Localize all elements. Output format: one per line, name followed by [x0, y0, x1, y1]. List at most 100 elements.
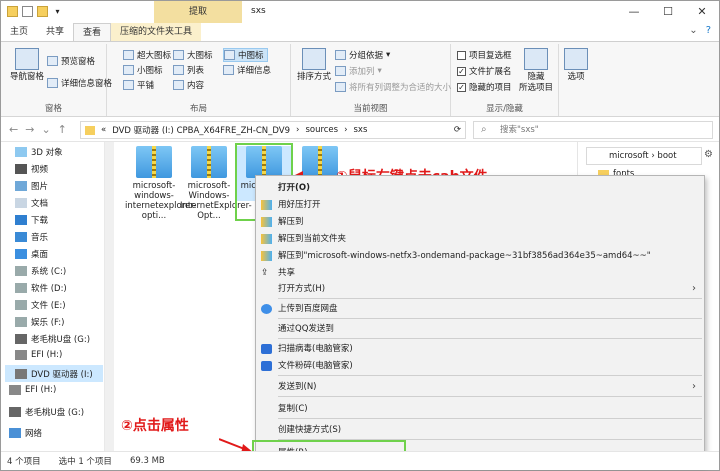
breadcrumb-sources[interactable]: sources	[305, 125, 338, 135]
context-tab-extract[interactable]: 提取	[154, 1, 242, 23]
chevron-right-icon: ›	[296, 125, 300, 135]
nav-item[interactable]: 桌面	[15, 248, 48, 260]
nav-item[interactable]: 视频	[15, 163, 48, 175]
small-icons-icon	[123, 65, 134, 75]
tab-compressed-tools[interactable]: 压缩的文件夹工具	[111, 23, 202, 41]
nav-item-selected[interactable]: DVD 驱动器 (I:)	[5, 365, 103, 382]
breadcrumb-sxs[interactable]: sxs	[354, 125, 368, 135]
fit-columns-label: 将所有列调整为合适的大小	[349, 83, 452, 93]
menu-item-copy[interactable]: 复制(C)	[256, 400, 704, 418]
menu-item-send-to[interactable]: 发送到(N) ›	[256, 378, 704, 396]
details-pane-button[interactable]: 详细信息窗格	[47, 76, 112, 90]
nav-item[interactable]: 老毛桃U盘 (G:)	[9, 406, 84, 418]
layout-list[interactable]: 列表	[173, 63, 204, 77]
nav-item[interactable]: 下载	[15, 214, 48, 226]
ribbon-right-controls: ⌄ ?	[689, 25, 711, 36]
right-pane-path[interactable]: microsoft › boot	[586, 147, 702, 165]
nav-item[interactable]: 系统 (C:)	[15, 265, 66, 277]
chevron-down-icon[interactable]: ⌄	[41, 123, 50, 136]
search-input[interactable]: 搜索"sxs"	[473, 121, 713, 139]
chevron-right-icon: ›	[692, 283, 696, 294]
layout-extra-large[interactable]: 超大图标	[123, 48, 171, 62]
layout-tiles[interactable]: 平铺	[123, 78, 154, 92]
sort-by-button[interactable]: 排序方式	[295, 48, 333, 83]
nav-item[interactable]: 文件 (E:)	[15, 299, 66, 311]
layout-large[interactable]: 大图标	[173, 48, 213, 62]
new-folder-icon[interactable]	[37, 6, 48, 17]
gear-icon[interactable]: ⚙	[704, 149, 713, 160]
ribbon: 导航窗格 预览窗格 详细信息窗格 窗格 超大图标 大图标 中图标 小图标 列表 …	[1, 41, 719, 117]
menu-separator	[278, 318, 702, 319]
status-size: 69.3 MB	[129, 456, 165, 466]
nav-item[interactable]: 图片	[15, 180, 48, 192]
menu-item-extract-to[interactable]: 解压到	[256, 213, 704, 231]
tab-home[interactable]: 主页	[1, 23, 37, 41]
nav-item[interactable]: EFI (H:)	[15, 350, 62, 360]
up-arrow-icon[interactable]: ↑	[58, 123, 67, 136]
nav-item[interactable]: EFI (H:)	[9, 385, 56, 395]
hidden-items-toggle[interactable]: ✓ 隐藏的项目	[457, 80, 512, 94]
help-icon[interactable]: ?	[706, 25, 711, 36]
forward-arrow-icon[interactable]: →	[25, 123, 34, 136]
options-button[interactable]: 选项	[561, 48, 591, 83]
preview-pane-button[interactable]: 预览窗格	[47, 54, 95, 68]
group-show-hide-label: 显示/隐藏	[486, 104, 523, 114]
file-item[interactable]: microsoft-windows-internetexplorer-opti.…	[125, 146, 196, 221]
nav-item[interactable]: 老毛桃U盘 (G:)	[15, 333, 90, 345]
file-ext-toggle[interactable]: ✓ 文件扩展名	[457, 64, 512, 78]
menu-item-open-with[interactable]: 打开方式(H) ›	[256, 280, 704, 298]
nav-item[interactable]: 软件 (D:)	[15, 282, 67, 294]
drive-icon	[15, 350, 27, 360]
breadcrumb-drive[interactable]: DVD 驱动器 (I:) CPBA_X64FRE_ZH-CN_DV9	[112, 124, 290, 136]
maximize-icon[interactable]: ☐	[651, 1, 685, 23]
nav-scrollbar[interactable]	[105, 142, 114, 451]
tab-share[interactable]: 共享	[37, 23, 73, 41]
menu-label: 打开(O)	[278, 183, 310, 193]
checkbox[interactable]: ✓	[457, 66, 466, 76]
checkbox[interactable]	[457, 50, 466, 60]
layout-details[interactable]: 详细信息	[223, 63, 271, 77]
layout-label: 超大图标	[137, 51, 172, 61]
folder-icon[interactable]	[7, 6, 18, 17]
layout-small[interactable]: 小图标	[123, 63, 163, 77]
add-column-button[interactable]: 添加列 ▾	[335, 64, 382, 78]
fit-columns-button[interactable]: 将所有列调整为合适的大小	[335, 80, 451, 94]
group-by-button[interactable]: 分组依据 ▾	[335, 48, 390, 62]
fit-columns-icon	[335, 82, 346, 92]
address-path[interactable]: « DVD 驱动器 (I:) CPBA_X64FRE_ZH-CN_DV9 › s…	[80, 121, 466, 139]
menu-item-open-with-haozip[interactable]: 用好压打开	[256, 196, 704, 214]
folder-icon	[85, 125, 95, 135]
nav-pane-button[interactable]: 导航窗格	[7, 48, 47, 83]
layout-medium[interactable]: 中图标	[223, 48, 268, 62]
nav-item[interactable]: 文档	[15, 197, 48, 209]
chevron-down-icon[interactable]: ▾	[52, 6, 63, 17]
nav-label: 文档	[31, 199, 49, 209]
nav-item[interactable]: 网络	[9, 427, 42, 439]
checkbox[interactable]: ✓	[457, 82, 466, 92]
hide-selected-button[interactable]: 隐藏 所选项目	[517, 48, 555, 94]
chevron-down-icon[interactable]: ⌄	[689, 25, 697, 36]
close-icon[interactable]: ✕	[685, 1, 719, 23]
nav-item[interactable]: 音乐	[15, 231, 48, 243]
menu-item-open[interactable]: 打开(O)	[256, 179, 704, 197]
breadcrumb-overflow[interactable]: «	[101, 125, 106, 135]
group-options: 选项	[559, 44, 593, 116]
menu-item-file-shred[interactable]: 文件粉碎(电脑管家)	[256, 357, 704, 375]
nav-item[interactable]: 3D 对象	[15, 146, 63, 158]
menu-item-baidu-upload[interactable]: 上传到百度网盘	[256, 300, 704, 318]
menu-item-create-shortcut[interactable]: 创建快捷方式(S)	[256, 421, 704, 439]
tab-view[interactable]: 查看	[73, 23, 112, 41]
options-label: 选项	[567, 72, 585, 82]
nav-item[interactable]: 娱乐 (F:)	[15, 316, 64, 328]
refresh-icon[interactable]: ⟳	[454, 125, 465, 135]
menu-item-virus-scan[interactable]: 扫描病毒(电脑管家)	[256, 340, 704, 358]
back-arrow-icon[interactable]: ←	[9, 123, 18, 136]
minimize-icon[interactable]: —	[617, 1, 651, 23]
menu-item-send-via-qq[interactable]: 通过QQ发送到	[256, 320, 704, 338]
menu-item-extract-to-folder[interactable]: 解压到"microsoft-windows-netfx3-ondemand-pa…	[256, 247, 704, 265]
item-checkbox-toggle[interactable]: 项目复选框	[457, 48, 512, 62]
file-item[interactable]: microsoft-Windows-InternetExplorer-Opt..…	[180, 146, 252, 221]
layout-content[interactable]: 内容	[173, 78, 204, 92]
menu-item-extract-here[interactable]: 解压到当前文件夹	[256, 230, 704, 248]
checkmark-icon[interactable]	[22, 6, 33, 17]
